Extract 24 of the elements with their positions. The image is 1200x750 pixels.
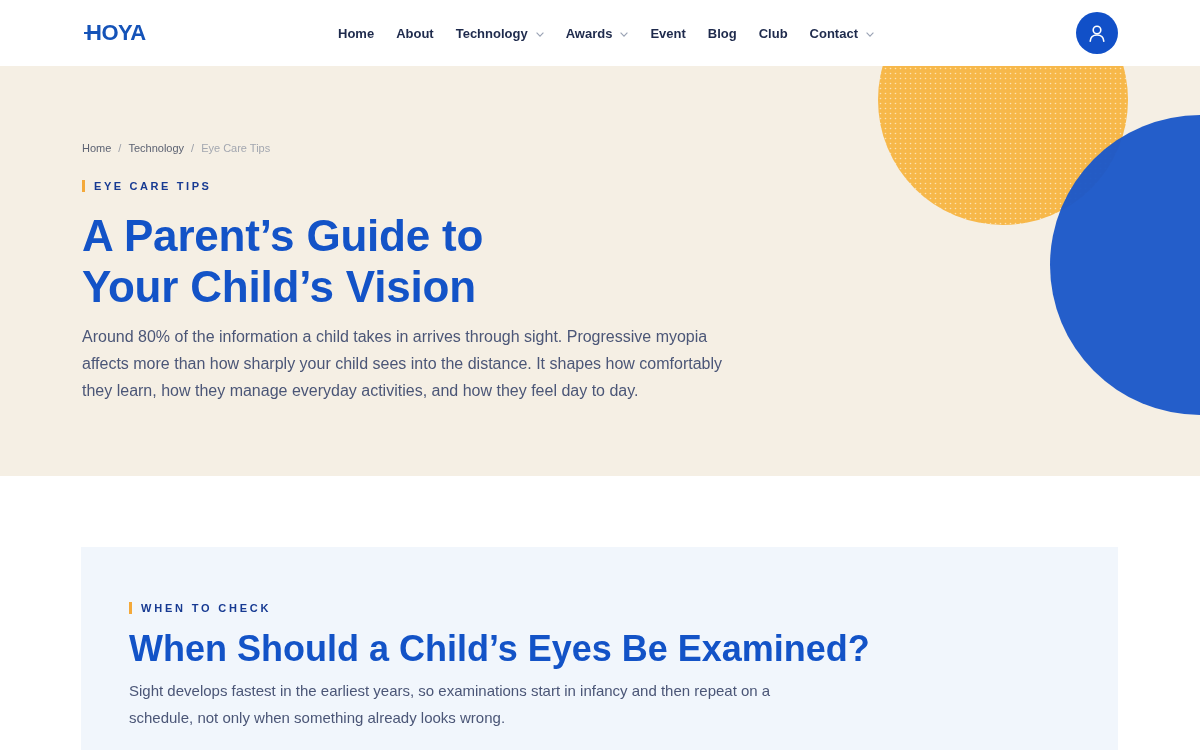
section-title: When Should a Child’s Eyes Be Examined? xyxy=(129,627,871,671)
breadcrumb-separator: / xyxy=(191,141,195,156)
section-label: WHEN TO CHECK xyxy=(129,602,272,614)
breadcrumb-separator: / xyxy=(118,141,122,156)
nav-link[interactable]: Technology xyxy=(455,21,544,45)
chevron-down-icon xyxy=(620,31,629,37)
breadcrumb-link[interactable]: Home xyxy=(82,140,112,156)
account-button[interactable] xyxy=(1076,12,1118,54)
person-icon xyxy=(1089,24,1105,42)
chevron-down-icon xyxy=(866,31,874,37)
section-label: EYE CARE TIPS xyxy=(82,180,212,192)
chevron-down-icon xyxy=(535,31,544,37)
nav-link[interactable]: Home xyxy=(338,21,375,45)
nav-link[interactable]: Awards xyxy=(565,21,629,45)
nav-link[interactable]: Blog xyxy=(707,21,737,45)
breadcrumb-link[interactable]: Technology xyxy=(128,140,185,156)
breadcrumb-current: Eye Care Tips xyxy=(201,141,271,156)
nav-link[interactable]: Contact xyxy=(809,21,874,45)
nav-link[interactable]: Club xyxy=(758,21,788,45)
nav-link[interactable]: Event xyxy=(650,21,686,45)
section-text: Sight develops fastest in the earliest years, so examinations start in infancy and then repeat on a schedule, not only when something already looks wrong. xyxy=(129,681,772,728)
intro-text: Around 80% of the information a child takes in arrives through sight. Progressive myopia affects more than how sharply your child sees into the distance. It shapes how comfortably they learn, how they manage everyday activities, and how they feel day to day. xyxy=(82,327,724,401)
nav-link[interactable]: About xyxy=(396,21,434,45)
page-title: A Parent’s Guide to Your Child’s Vision xyxy=(82,210,485,312)
